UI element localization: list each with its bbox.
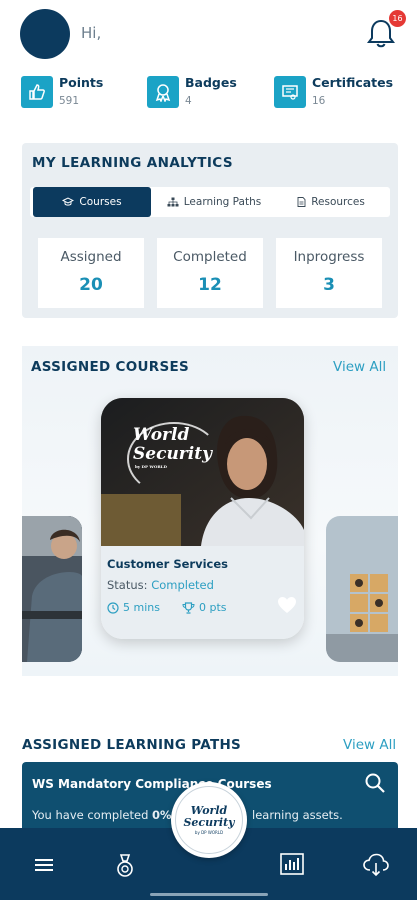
learning-path-progress: You have completed 0%	[32, 808, 172, 822]
stat-label: Certificates	[312, 75, 394, 90]
courses-view-all-link[interactable]: View All	[333, 359, 386, 375]
status-value: Completed	[151, 578, 214, 592]
home-indicator-bar	[150, 893, 268, 896]
medal-icon[interactable]	[114, 854, 136, 882]
document-icon	[297, 197, 306, 207]
course-duration: 5 mins	[107, 601, 160, 614]
tab-courses[interactable]: Courses	[33, 187, 151, 217]
brand-logo-line: Security	[133, 444, 212, 464]
home-button[interactable]: World Security by DP WORLD	[171, 782, 247, 858]
stat-label: Points	[59, 75, 104, 90]
course-card-prev[interactable]	[22, 516, 82, 662]
badge-icon	[147, 76, 179, 108]
metric-assigned[interactable]: Assigned 20	[38, 238, 144, 308]
header: Hi, 16	[0, 0, 417, 70]
metric-value: 20	[79, 275, 103, 295]
stat-value: 4	[185, 95, 192, 107]
greeting-text: Hi,	[81, 24, 102, 42]
progress-suffix: learning assets.	[252, 808, 343, 822]
clock-icon	[107, 601, 119, 614]
tab-label: Courses	[79, 196, 122, 208]
brand-logo-line: World	[133, 425, 190, 445]
course-card-featured[interactable]: World Security by DP WORLD Customer Serv…	[101, 398, 304, 639]
learning-analytics-panel: MY LEARNING ANALYTICS Courses Learning P…	[22, 143, 398, 318]
tab-learning-paths[interactable]: Learning Paths	[155, 187, 273, 217]
metric-inprogress[interactable]: Inprogress 3	[276, 238, 382, 308]
home-logo-subline: by DP WORLD	[194, 830, 224, 835]
trophy-icon	[182, 601, 195, 614]
metric-label: Assigned	[60, 249, 122, 265]
certificate-icon	[274, 76, 306, 108]
tab-resources[interactable]: Resources	[275, 187, 387, 217]
avatar[interactable]	[20, 9, 70, 59]
paths-view-all-link[interactable]: View All	[343, 737, 396, 753]
metric-value: 3	[323, 275, 335, 295]
learning-path-title: WS Mandatory Compliance Courses	[32, 777, 272, 791]
brand-logo-subline: by DP WORLD	[135, 464, 167, 469]
course-card-next[interactable]	[326, 516, 398, 662]
stat-label: Badges	[185, 75, 237, 90]
sitemap-icon	[167, 197, 179, 207]
search-icon[interactable]	[364, 772, 386, 798]
course-card-body: Customer Services Status: Completed 5 mi…	[101, 546, 304, 639]
graduation-cap-icon	[62, 197, 75, 206]
points-text: 0 pts	[199, 601, 227, 614]
metric-completed[interactable]: Completed 12	[157, 238, 263, 308]
status-label: Status:	[107, 578, 148, 592]
assigned-paths-title: ASSIGNED LEARNING PATHS	[22, 737, 242, 753]
heart-icon[interactable]	[277, 596, 297, 618]
progress-prefix: You have completed	[32, 808, 153, 822]
course-thumbnail: World Security by DP WORLD	[101, 398, 304, 546]
brand-logo-text: World Security by DP WORLD	[133, 425, 212, 470]
home-logo: World Security by DP WORLD	[175, 786, 243, 854]
course-name: Customer Services	[107, 557, 228, 571]
stat-certificates[interactable]: Certificates 16	[274, 74, 404, 112]
notification-badge: 16	[389, 10, 406, 27]
course-status: Status: Completed	[107, 578, 214, 592]
cloud-download-icon[interactable]	[362, 852, 390, 882]
stats-row: Points 591 Badges 4 Certificates 16	[0, 74, 417, 114]
analytics-tabs: Courses Learning Paths Resources	[30, 187, 390, 217]
thumbs-up-icon	[21, 76, 53, 108]
tab-label: Learning Paths	[183, 196, 262, 208]
stat-points[interactable]: Points 591	[21, 74, 131, 112]
course-thumbnail	[326, 516, 398, 662]
course-thumbnail	[22, 516, 82, 662]
metric-label: Completed	[173, 249, 247, 265]
home-logo-line: Security	[183, 816, 235, 829]
course-points: 0 pts	[182, 601, 227, 614]
menu-icon[interactable]	[33, 856, 55, 878]
analytics-chart-icon[interactable]	[279, 852, 305, 880]
stat-value: 16	[312, 95, 326, 107]
progress-value: 0%	[152, 808, 172, 822]
tab-label: Resources	[311, 196, 365, 208]
stat-badges[interactable]: Badges 4	[147, 74, 257, 112]
analytics-title: MY LEARNING ANALYTICS	[32, 155, 233, 171]
metric-value: 12	[198, 275, 222, 295]
stat-value: 591	[59, 95, 80, 107]
duration-text: 5 mins	[123, 601, 160, 614]
assigned-courses-title: ASSIGNED COURSES	[31, 359, 190, 375]
metric-label: Inprogress	[293, 249, 365, 265]
